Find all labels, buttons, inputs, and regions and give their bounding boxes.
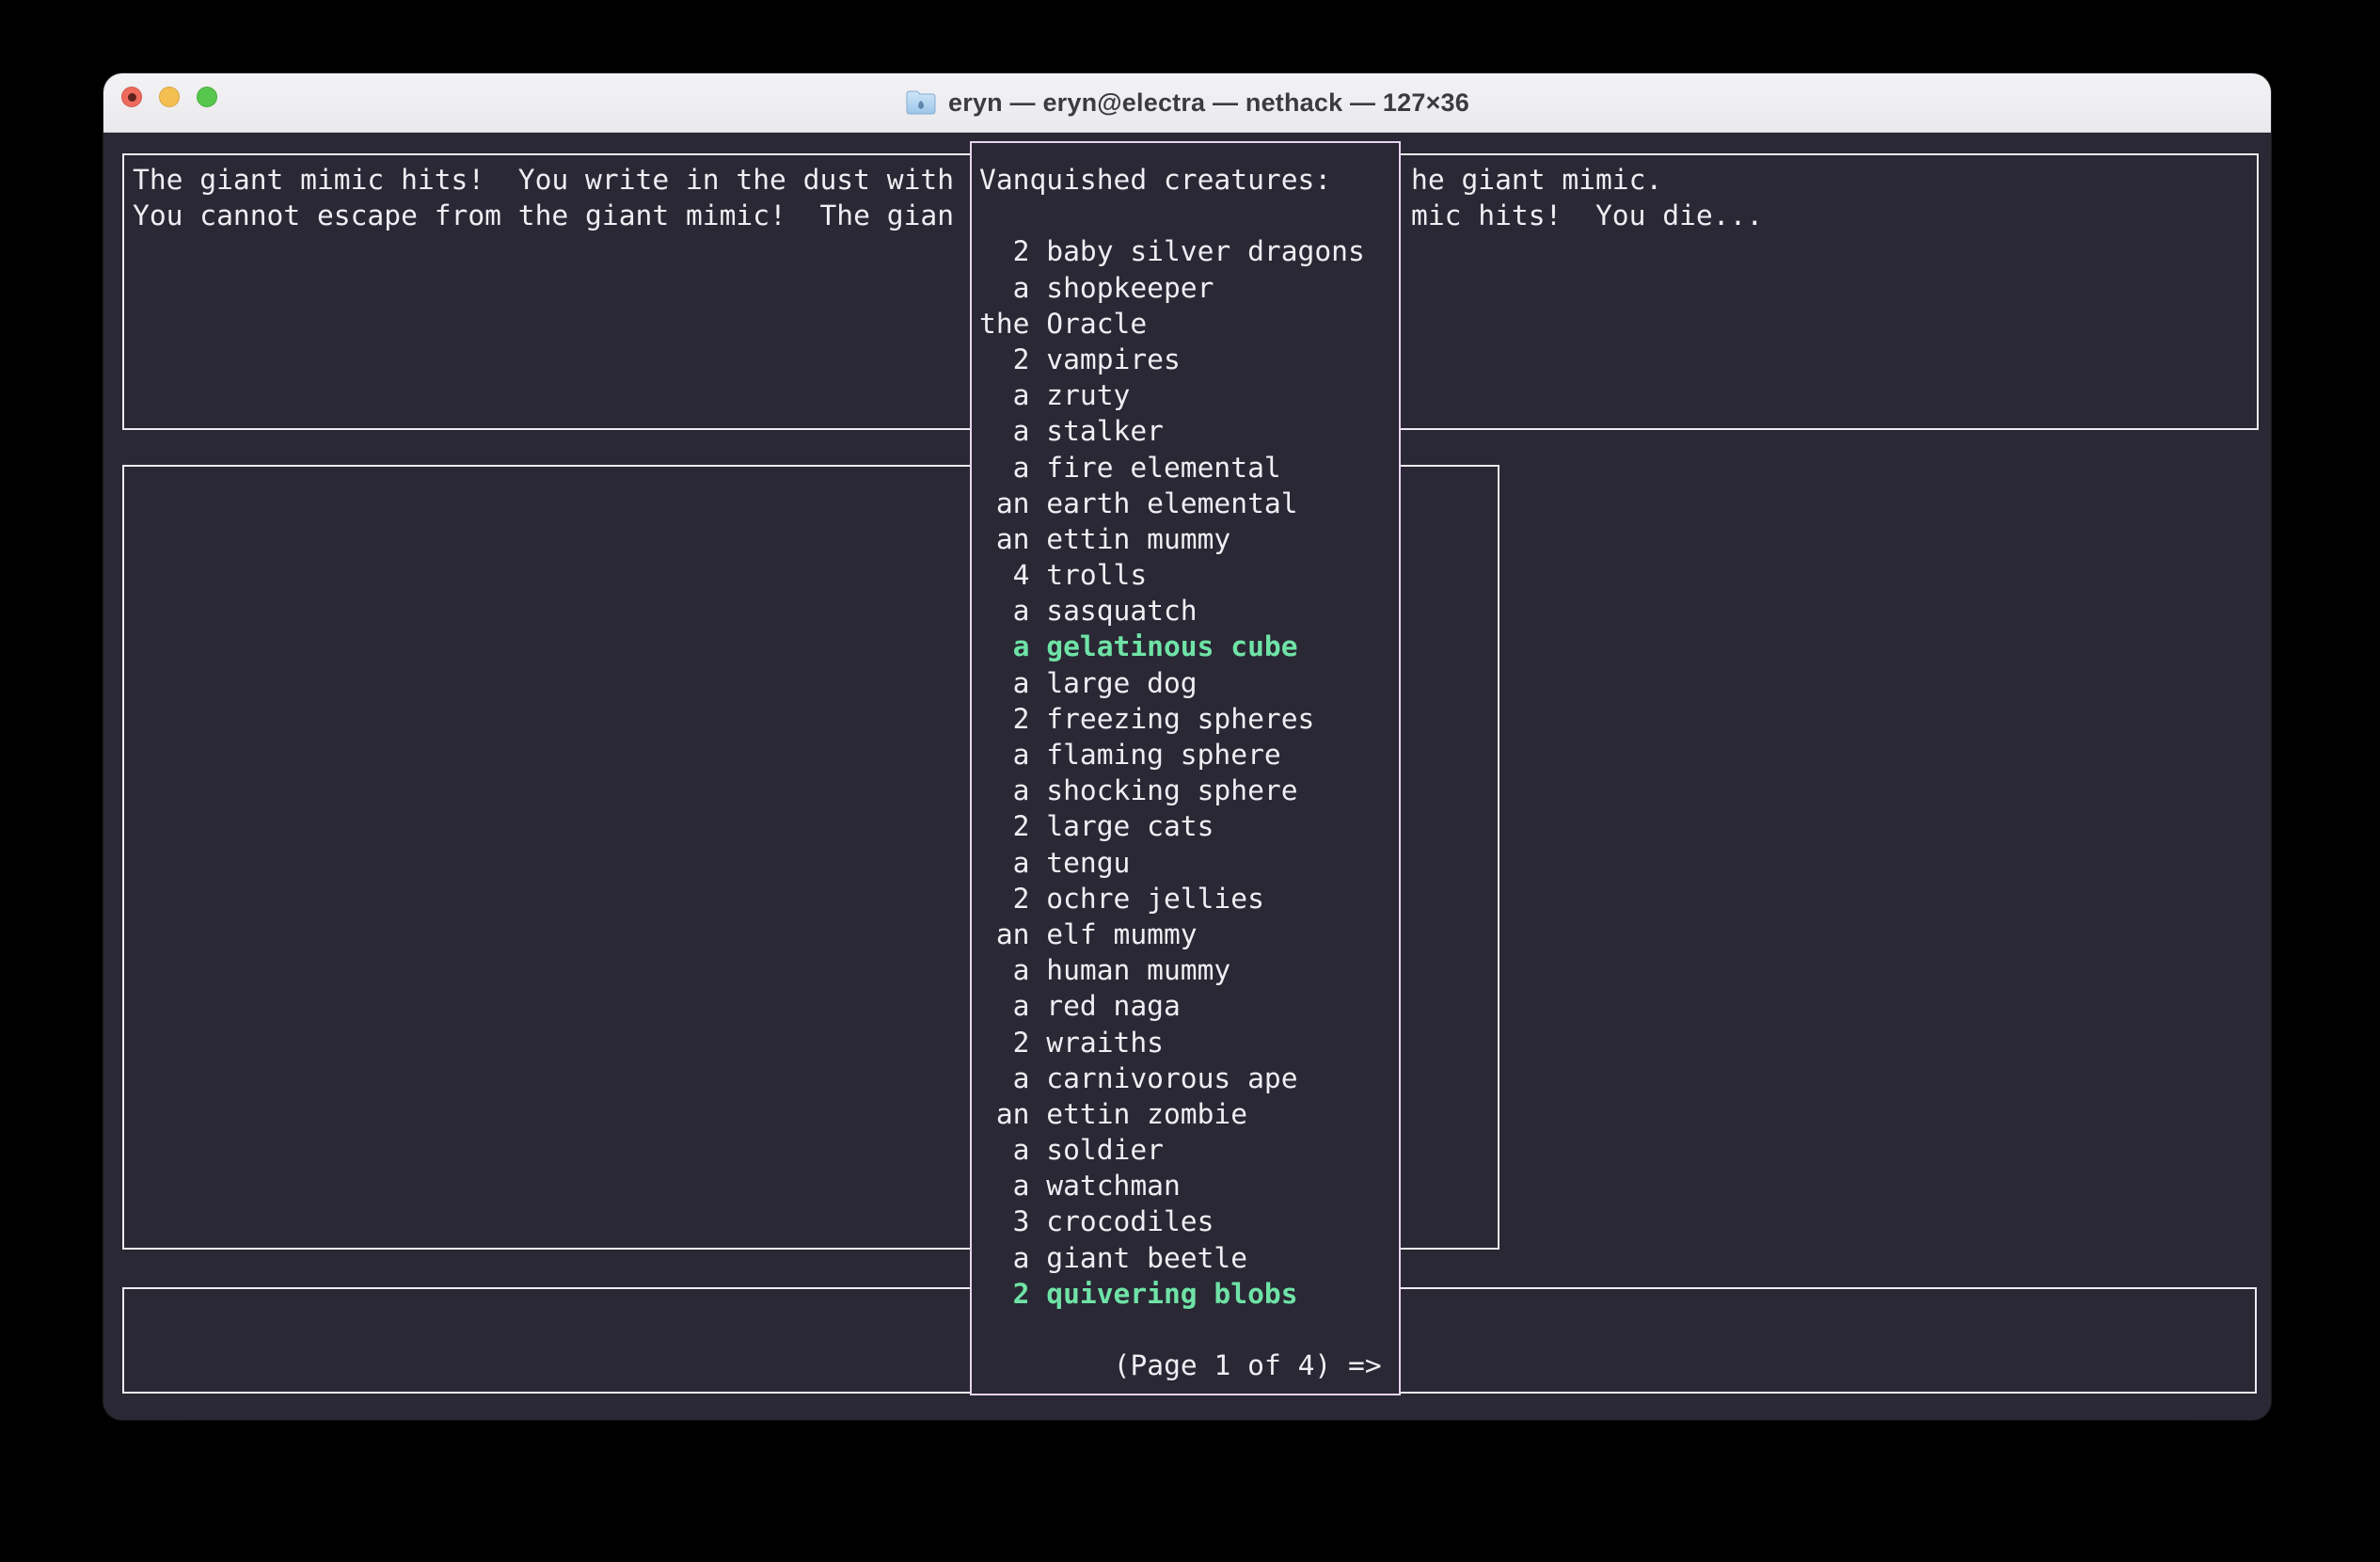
- menu-item: a stalker: [979, 413, 1399, 449]
- message-line: The giant mimic hits! You write in the d…: [133, 162, 954, 198]
- menu-item: 4 trolls: [979, 557, 1399, 593]
- menu-item: a fire elemental: [979, 450, 1399, 486]
- message-line-continuation: mic hits! You die...: [1411, 198, 1763, 233]
- menu-item: the Oracle: [979, 306, 1399, 342]
- menu-items: 2 baby silver dragons a shopkeeperthe Or…: [979, 233, 1399, 1312]
- menu-item: 3 crocodiles: [979, 1203, 1399, 1239]
- menu-item: 2 wraiths: [979, 1025, 1399, 1060]
- window-title: eryn — eryn@electra — nethack — 127×36: [948, 88, 1469, 118]
- menu-item: a human mummy: [979, 952, 1399, 988]
- menu-item: a carnivorous ape: [979, 1060, 1399, 1096]
- menu-item: a giant beetle: [979, 1240, 1399, 1276]
- menu-content: Vanquished creatures: 2 baby silver drag…: [972, 143, 1399, 1394]
- terminal-proxy-icon: [905, 88, 937, 117]
- vanquished-creatures-menu: Vanquished creatures: 2 baby silver drag…: [970, 141, 1401, 1395]
- menu-item: 2 baby silver dragons: [979, 233, 1399, 269]
- window-titlebar[interactable]: eryn — eryn@electra — nethack — 127×36: [103, 73, 2271, 133]
- page-indicator: (Page 1 of 4) =>: [979, 1347, 1399, 1383]
- menu-item: 2 freezing spheres: [979, 701, 1399, 737]
- blank-line: [979, 1312, 1399, 1347]
- menu-item: an elf mummy: [979, 916, 1399, 952]
- window-title-group: eryn — eryn@electra — nethack — 127×36: [905, 88, 1469, 118]
- menu-item: a sasquatch: [979, 593, 1399, 629]
- menu-item: an earth elemental: [979, 486, 1399, 521]
- menu-item: a flaming sphere: [979, 737, 1399, 773]
- window-controls: [121, 87, 217, 107]
- menu-item: a soldier: [979, 1132, 1399, 1168]
- menu-item: a watchman: [979, 1168, 1399, 1203]
- menu-item: a zruty: [979, 377, 1399, 413]
- close-dot-icon: [128, 93, 136, 102]
- blank-line: [979, 198, 1399, 233]
- menu-item: 2 large cats: [979, 808, 1399, 844]
- menu-item: an ettin zombie: [979, 1096, 1399, 1132]
- message-line: You cannot escape from the giant mimic! …: [133, 198, 954, 233]
- menu-title: Vanquished creatures:: [979, 162, 1399, 198]
- menu-item: a large dog: [979, 665, 1399, 701]
- menu-item: a gelatinous cube: [979, 629, 1399, 664]
- zoom-button[interactable]: [197, 87, 217, 107]
- menu-item: a red naga: [979, 988, 1399, 1024]
- menu-item: 2 quivering blobs: [979, 1276, 1399, 1312]
- menu-item: 2 ochre jellies: [979, 881, 1399, 916]
- terminal-window: eryn — eryn@electra — nethack — 127×36 T…: [103, 73, 2271, 1420]
- minimize-button[interactable]: [159, 87, 180, 107]
- terminal-screen[interactable]: The giant mimic hits! You write in the d…: [103, 133, 2271, 1420]
- menu-item: an ettin mummy: [979, 521, 1399, 557]
- message-line-continuation: he giant mimic.: [1411, 162, 1662, 198]
- menu-item: 2 vampires: [979, 342, 1399, 377]
- menu-item: a shocking sphere: [979, 773, 1399, 808]
- menu-item: a shopkeeper: [979, 270, 1399, 306]
- close-button[interactable]: [121, 87, 142, 107]
- menu-item: a tengu: [979, 845, 1399, 881]
